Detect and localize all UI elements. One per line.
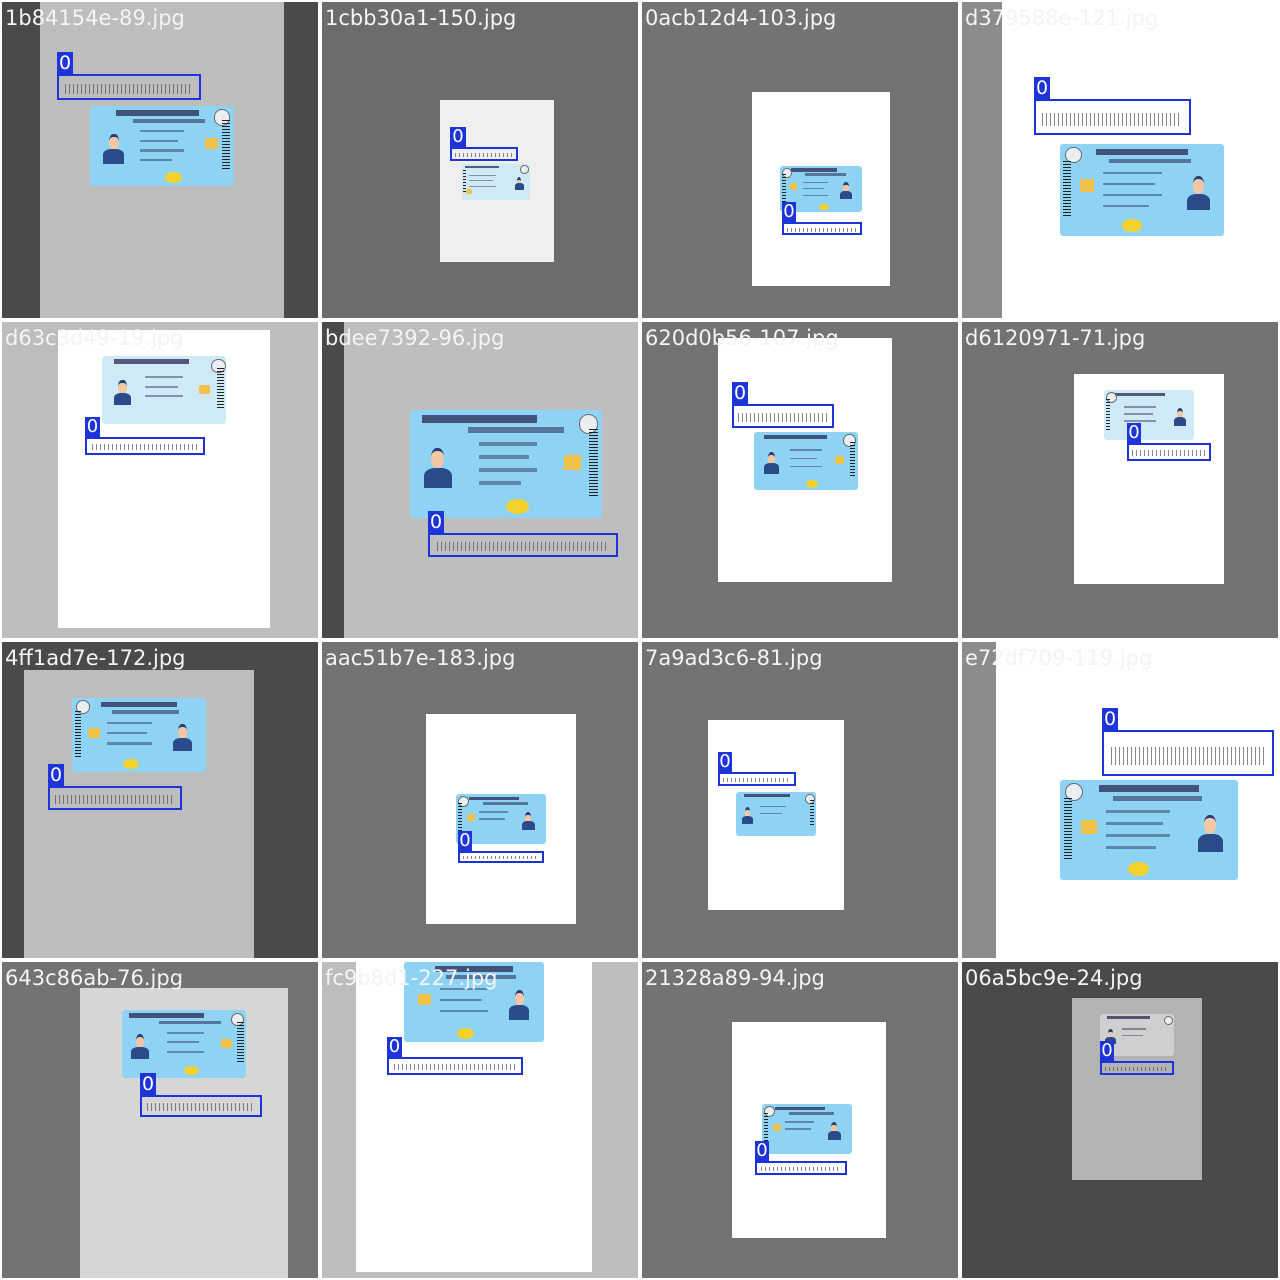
image-tile[interactable]: 0 1cbb30a1-150.jpg bbox=[322, 2, 638, 318]
id-card bbox=[736, 792, 816, 836]
id-card bbox=[754, 432, 858, 490]
image-tile[interactable]: 0 0acb12d4-103.jpg bbox=[642, 2, 958, 318]
detection-label: 0 bbox=[458, 830, 472, 851]
detection-label: 0 bbox=[718, 751, 732, 772]
image-tile[interactable]: 0 21328a89-94.jpg bbox=[642, 962, 958, 1278]
detection-box bbox=[1127, 443, 1211, 461]
detection-label: 0 bbox=[1100, 1040, 1114, 1061]
detection-box bbox=[450, 147, 518, 161]
detection-label: 0 bbox=[387, 1036, 402, 1057]
id-card bbox=[102, 356, 226, 424]
detection-box bbox=[57, 74, 201, 100]
detection-box bbox=[1102, 730, 1274, 776]
detection-label: 0 bbox=[428, 511, 444, 533]
image-tile[interactable]: 0 aac51b7e-183.jpg bbox=[322, 642, 638, 958]
id-card bbox=[410, 410, 602, 518]
id-card bbox=[1104, 390, 1194, 440]
detection-grid: 0 1b84154e-89.jpg 0 1cbb30a1-150.jpg 0 0… bbox=[0, 0, 1280, 1280]
detection-box bbox=[387, 1057, 523, 1075]
detection-box bbox=[732, 404, 834, 428]
detection-label: 0 bbox=[1102, 708, 1118, 730]
detection-label: 0 bbox=[755, 1140, 769, 1161]
image-tile[interactable]: 0 d6120971-71.jpg bbox=[962, 322, 1278, 638]
detection-box bbox=[48, 786, 182, 810]
detection-label: 0 bbox=[57, 52, 73, 74]
id-card bbox=[72, 698, 206, 772]
id-card bbox=[1060, 780, 1238, 880]
detection-box bbox=[755, 1161, 847, 1175]
image-tile[interactable]: 0 4ff1ad7e-172.jpg bbox=[2, 642, 318, 958]
detection-label: 0 bbox=[48, 764, 64, 786]
image-tile[interactable]: 0 643c86ab-76.jpg bbox=[2, 962, 318, 1278]
image-tile[interactable]: 0 d63c3d49-19.jpg bbox=[2, 322, 318, 638]
id-card bbox=[1060, 144, 1224, 236]
image-tile[interactable]: 0 fc9b8d1-227.jpg bbox=[322, 962, 638, 1278]
id-card bbox=[462, 164, 530, 200]
detection-label: 0 bbox=[140, 1073, 156, 1095]
image-tile[interactable]: 0 7a9ad3c6-81.jpg bbox=[642, 642, 958, 958]
detection-box bbox=[1034, 99, 1191, 135]
detection-label: 0 bbox=[732, 382, 748, 404]
detection-box bbox=[458, 851, 544, 863]
detection-label: 0 bbox=[1034, 77, 1050, 99]
id-card bbox=[122, 1010, 246, 1078]
detection-box bbox=[85, 437, 205, 455]
image-tile[interactable]: 0 06a5bc9e-24.jpg bbox=[962, 962, 1278, 1278]
detection-box bbox=[718, 772, 796, 786]
detection-box bbox=[140, 1095, 262, 1117]
image-tile[interactable]: 0 d379588e-121.jpg bbox=[962, 2, 1278, 318]
detection-label: 0 bbox=[782, 201, 796, 222]
detection-box bbox=[782, 222, 862, 235]
id-card bbox=[404, 962, 544, 1042]
image-tile[interactable]: 0 1b84154e-89.jpg bbox=[2, 2, 318, 318]
detection-label: 0 bbox=[450, 127, 466, 147]
detection-box bbox=[1100, 1061, 1174, 1075]
id-card bbox=[762, 1104, 852, 1154]
id-card bbox=[90, 106, 234, 186]
image-tile[interactable]: 0 bdee7392-96.jpg bbox=[322, 322, 638, 638]
detection-box bbox=[428, 533, 618, 557]
image-tile[interactable]: 0 620d0b56-107.jpg bbox=[642, 322, 958, 638]
detection-label: 0 bbox=[85, 416, 100, 437]
detection-label: 0 bbox=[1127, 422, 1141, 443]
image-tile[interactable]: 0 e72df709-119.jpg bbox=[962, 642, 1278, 958]
